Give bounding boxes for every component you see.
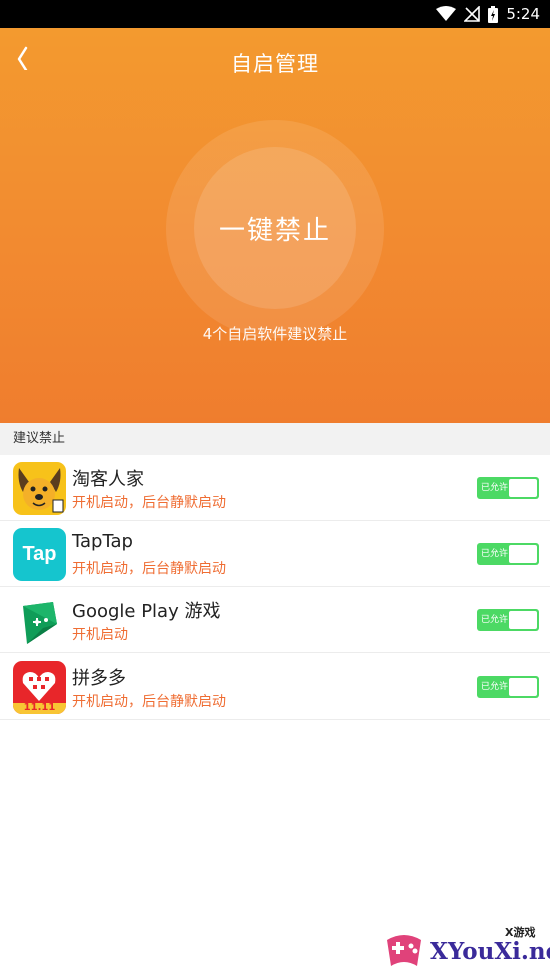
allow-toggle[interactable]: 已允许 — [477, 543, 539, 565]
section-header: 建议禁止 — [0, 423, 550, 455]
taptap-icon-text: Tap — [22, 543, 57, 565]
status-bar: 5:24 — [0, 0, 550, 28]
watermark-text: XYouXi.net — [430, 938, 550, 965]
toggle-knob — [509, 479, 537, 497]
toggle-label: 已允许 — [481, 615, 509, 625]
toggle-knob — [509, 678, 537, 696]
disable-all-label: 一键禁止 — [218, 215, 331, 246]
gamepad-logo-icon — [379, 926, 429, 980]
pinduoduo-icon: 11.11 — [13, 661, 66, 714]
taptap-icon: Tap — [13, 528, 66, 581]
toggle-knob — [509, 545, 537, 563]
list-item: 淘客人家 开机启动，后台静默启动 已允许 — [0, 455, 550, 521]
watermark: X游戏 XYouXi.net — [375, 922, 550, 979]
toggle-label: 已允许 — [481, 682, 509, 692]
google-play-games-icon — [13, 594, 66, 647]
allow-toggle[interactable]: 已允许 — [477, 676, 539, 698]
suggestion-hint: 4个自启软件建议禁止 — [202, 325, 348, 343]
toggle-knob — [509, 611, 537, 629]
list-item: 11.11 拼多多 开机启动，后台静默启动 已允许 — [0, 654, 550, 720]
pinduoduo-icon-text: 11.11 — [23, 702, 56, 713]
list-item: Tap TapTap 开机启动，后台静默启动 已允许 — [0, 521, 550, 587]
page-title: 自启管理 — [231, 52, 319, 76]
allow-toggle[interactable]: 已允许 — [477, 609, 539, 631]
app-desc: 开机启动，后台静默启动 — [72, 495, 226, 511]
status-time: 5:24 — [506, 5, 540, 23]
disable-all-button[interactable]: 一键禁止 — [194, 147, 356, 309]
app-desc: 开机启动，后台静默启动 — [72, 694, 226, 710]
taokerenjia-dog-icon — [13, 462, 66, 515]
no-signal-icon — [464, 6, 481, 22]
app-name: 拼多多 — [72, 668, 126, 689]
app-name: Google Play 游戏 — [72, 601, 221, 622]
toggle-label: 已允许 — [481, 483, 509, 493]
header: 自启管理 一键禁止 4个自启软件建议禁止 — [0, 28, 550, 423]
battery-icon — [488, 5, 499, 23]
toggle-label: 已允许 — [481, 549, 509, 559]
allow-toggle[interactable]: 已允许 — [477, 477, 539, 499]
app-name: 淘客人家 — [72, 469, 144, 490]
app-name: TapTap — [72, 531, 133, 552]
app-desc: 开机启动，后台静默启动 — [72, 561, 226, 577]
wifi-icon — [436, 6, 457, 22]
list-item: Google Play 游戏 开机启动 已允许 — [0, 587, 550, 653]
app-desc: 开机启动 — [72, 627, 128, 643]
